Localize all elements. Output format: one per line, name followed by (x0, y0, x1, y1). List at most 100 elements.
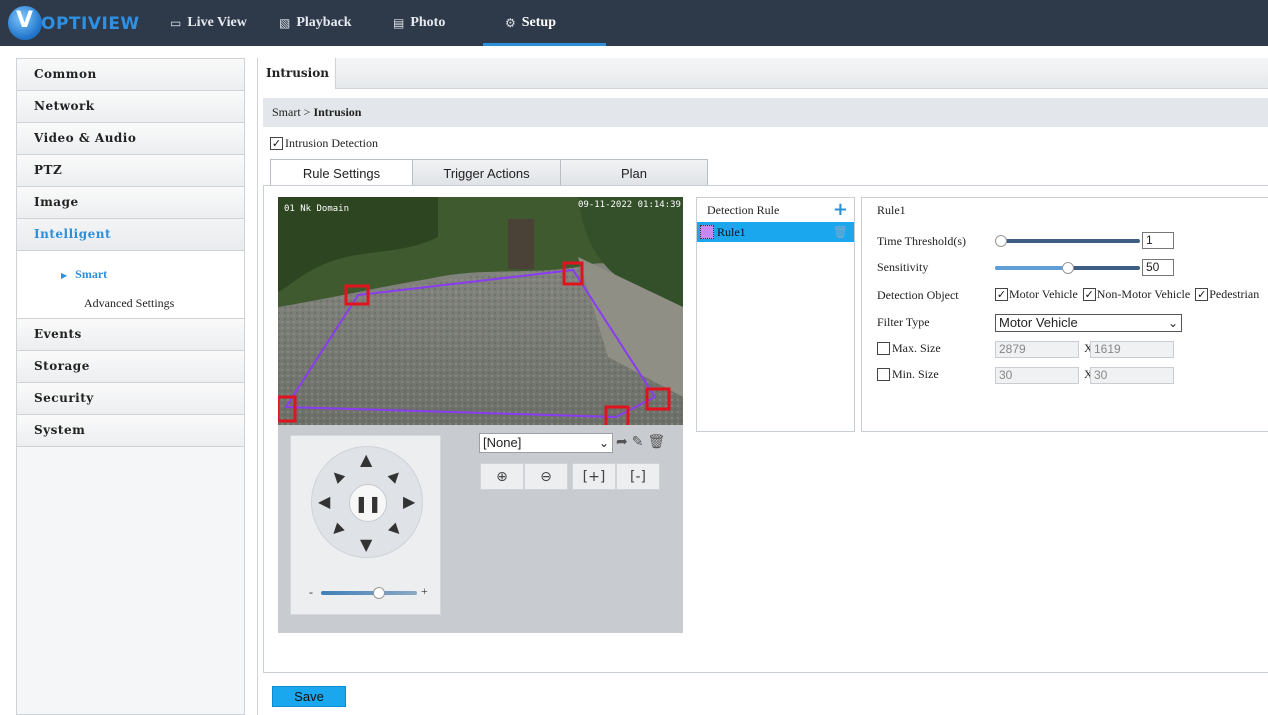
caret-right-icon: ▶ (61, 271, 68, 280)
arrow-up-icon[interactable]: ▲ (360, 452, 372, 468)
sidebar-item-common[interactable]: Common (17, 59, 244, 91)
arrow-up-left-icon[interactable]: ▲ (328, 467, 347, 486)
zoom-minus-label: - (309, 585, 313, 599)
nav-playback-label: Playback (296, 15, 352, 30)
max-size-height-input[interactable]: 1619 (1090, 341, 1174, 358)
sidebar-item-network[interactable]: Network (17, 91, 244, 123)
edit-preset-icon[interactable]: ✎ (632, 434, 644, 450)
breadcrumb-current: Intrusion (313, 105, 362, 119)
sensitivity-knob[interactable] (1062, 262, 1074, 274)
page-tabstrip: Intrusion (258, 58, 1268, 89)
arrow-left-icon[interactable]: ◀ (318, 494, 330, 510)
sidebar-item-storage[interactable]: Storage (17, 351, 244, 383)
nav-setup[interactable]: ⚙ Setup (505, 0, 556, 46)
non-motor-vehicle-checkbox[interactable]: ✓ (1082, 288, 1096, 301)
goto-preset-icon[interactable]: ➦ (616, 434, 628, 450)
video-preview[interactable]: 01 Nk Domain 09-11-2022 01:14:39 PM (278, 197, 683, 425)
time-threshold-label: Time Threshold(s) (877, 234, 967, 248)
subtab-bar: Rule Settings Trigger Actions Plan (270, 159, 708, 187)
sidebar-subitem-smart-label: Smart (75, 267, 108, 281)
film-icon: ▧ (279, 16, 291, 30)
tab-plan[interactable]: Plan (560, 159, 708, 186)
rule-list-item[interactable]: Rule1 🗑 (697, 222, 854, 242)
sidebar-item-system[interactable]: System (17, 415, 244, 447)
detection-rule-title: Detection Rule (707, 203, 780, 217)
zoom-in-button[interactable]: ⊕ (480, 463, 524, 490)
max-size-checkbox[interactable] (877, 342, 890, 355)
chevron-down-icon: ⌄ (1167, 316, 1178, 330)
sidebar-item-intelligent[interactable]: Intelligent (17, 219, 244, 251)
delete-rule-icon[interactable]: 🗑 (833, 222, 848, 242)
arrow-right-icon[interactable]: ▶ (403, 494, 415, 510)
pause-button[interactable]: ❚❚ (349, 484, 387, 522)
arrow-up-right-icon[interactable]: ▲ (386, 467, 405, 486)
tab-rule-settings[interactable]: Rule Settings (270, 159, 413, 187)
pedestrian-checkbox[interactable]: ✓ (1195, 288, 1209, 301)
video-scene: 01 Nk Domain 09-11-2022 01:14:39 PM (278, 197, 683, 425)
max-size-width-input[interactable]: 2879 (995, 341, 1079, 358)
zoom-plus-label: + (421, 584, 428, 598)
sidebar-item-security[interactable]: Security (17, 383, 244, 415)
min-size-width-input[interactable]: 30 (995, 367, 1079, 384)
sidebar-subitem-advanced-settings[interactable]: Advanced Settings (84, 296, 174, 311)
tab-trigger-actions[interactable]: Trigger Actions (412, 159, 561, 186)
max-size-label: Max. Size (892, 341, 941, 355)
arrow-down-right-icon[interactable]: ▼ (386, 521, 405, 540)
filter-type-label: Filter Type (877, 315, 930, 329)
nav-live-view[interactable]: ▭ Live View (170, 0, 247, 46)
zoom-buttons: ⊕ ⊖ [+] [-] (480, 463, 660, 490)
intrusion-detection-toggle[interactable]: ✓ Intrusion Detection (270, 136, 378, 151)
sidebar-item-ptz[interactable]: PTZ (17, 155, 244, 187)
sidebar-item-image[interactable]: Image (17, 187, 244, 219)
min-size-label: Min. Size (892, 367, 939, 381)
save-button[interactable]: Save (272, 686, 346, 707)
sensitivity-slider[interactable] (995, 262, 1140, 274)
time-threshold-knob[interactable] (995, 235, 1007, 247)
sensitivity-input[interactable]: 50 (1142, 259, 1174, 276)
preset-select[interactable]: [None] ⌄ (479, 433, 613, 453)
sidebar-item-video-audio[interactable]: Video & Audio (17, 123, 244, 155)
nav-setup-label: Setup (521, 15, 556, 30)
ptz-control-box: ▲ ▼ ◀ ▶ ▲ ▲ ▼ ▼ ❚❚ - + (290, 435, 441, 615)
min-size-checkbox[interactable] (877, 368, 890, 381)
breadcrumb-separator: > (303, 105, 311, 119)
zoom-out-button[interactable]: ⊖ (524, 463, 568, 490)
min-size-height-input[interactable]: 30 (1090, 367, 1174, 384)
preset-select-value: [None] (483, 435, 522, 450)
delete-preset-icon[interactable]: 🗑 (647, 434, 665, 450)
image-icon: ▤ (393, 16, 405, 30)
sensitivity-label: Sensitivity (877, 260, 929, 274)
tab-intrusion[interactable]: Intrusion (258, 58, 336, 89)
motor-vehicle-checkbox[interactable]: ✓ (995, 288, 1008, 301)
intrusion-detection-checkbox[interactable]: ✓ (270, 137, 283, 150)
nav-playback[interactable]: ▧ Playback (279, 0, 352, 46)
nav-photo-label: Photo (410, 15, 446, 30)
video-osd-right: 09-11-2022 01:14:39 PM (578, 200, 683, 210)
arrow-down-icon[interactable]: ▼ (360, 537, 372, 553)
gear-icon: ⚙ (505, 16, 516, 30)
arrow-down-left-icon[interactable]: ▼ (328, 521, 347, 540)
logo-text: OPTIVIEW (41, 14, 140, 34)
filter-type-value: Motor Vehicle (999, 315, 1078, 330)
ptz-speed-slider[interactable]: - + (309, 584, 429, 599)
focus-near-button[interactable]: [+] (572, 463, 616, 490)
focus-far-button[interactable]: [-] (616, 463, 660, 490)
time-threshold-slider[interactable] (995, 235, 1140, 247)
sidebar-subitem-smart[interactable]: ▶ Smart (61, 267, 107, 282)
sidebar-item-events[interactable]: Events (17, 319, 244, 351)
ptz-speed-track[interactable] (321, 591, 417, 595)
filter-type-select[interactable]: Motor Vehicle ⌄ (995, 314, 1182, 332)
nav-photo[interactable]: ▤ Photo (393, 0, 445, 46)
time-threshold-input[interactable]: 1 (1142, 232, 1174, 249)
preset-actions: ➦ ✎ 🗑 (616, 434, 665, 450)
breadcrumb-parent[interactable]: Smart (272, 105, 301, 119)
collapse-icon: [-] (630, 468, 646, 485)
pedestrian-label: Pedestrian (1209, 287, 1260, 301)
ptz-speed-knob[interactable] (373, 587, 385, 599)
add-rule-icon[interactable]: + (833, 199, 848, 221)
sensitivity-fill (995, 266, 1068, 270)
video-osd-left: 01 Nk Domain (284, 204, 349, 214)
detection-rule-list: Detection Rule + Rule1 🗑 (696, 197, 855, 432)
logo-v-glyph: V (16, 8, 34, 33)
detection-object-label: Detection Object (877, 288, 959, 302)
